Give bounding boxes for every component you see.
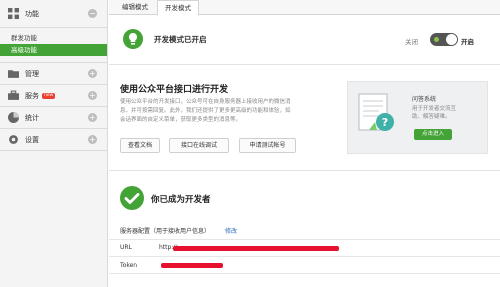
redaction-bar — [161, 263, 223, 268]
url-label: URL — [120, 244, 132, 251]
qa-enter-button[interactable]: 点击进入 — [414, 129, 452, 140]
row-divider — [109, 256, 500, 257]
row-divider — [109, 239, 500, 240]
developer-title: 你已成为开发者 — [151, 195, 211, 205]
expand-icon[interactable]: + — [88, 113, 97, 122]
main-panel: 编辑模式 开发模式 开发模式已开启 关闭 开启 使用公众平台接口进行开发 使用公… — [109, 0, 500, 287]
apply-test-account-button[interactable]: 申请测试帐号 — [239, 138, 296, 153]
sidebar-subitems: 群发功能 高级功能 — [0, 28, 107, 63]
check-icon — [120, 186, 144, 210]
grid-icon — [8, 8, 19, 19]
new-badge: new — [42, 92, 56, 99]
api-description: 使用公众平台的开发接口，公众号可在自身服务器上接收用户的微信消 息，并可按需回复… — [120, 98, 332, 125]
section-divider — [109, 170, 500, 171]
view-docs-button[interactable]: 查看文档 — [120, 138, 160, 153]
expand-icon[interactable]: + — [88, 69, 97, 78]
mode-tabs: 编辑模式 开发模式 — [109, 0, 500, 16]
sidebar: 功能 − 群发功能 高级功能 管理 + 服务 new + 统计 + 设置 + — [0, 0, 108, 287]
gear-icon — [9, 135, 18, 144]
sidebar-item-mass-send[interactable]: 群发功能 — [0, 32, 107, 44]
sidebar-section-service[interactable]: 服务 new + — [0, 85, 107, 107]
desc-line: 助、解答疑难。 — [412, 114, 451, 120]
qa-description: 用于开发者交流互 助、解答疑难。 — [412, 105, 482, 121]
desc-line: 息，并可按需回复。此外，我们还提供了更多更高级的功能和体验，如 — [120, 108, 291, 114]
sidebar-section-manage[interactable]: 管理 + — [0, 63, 107, 85]
status-text: 开发模式已开启 — [154, 35, 207, 44]
desc-line: 用于开发者交流互 — [412, 106, 457, 112]
tab-dev-mode[interactable]: 开发模式 — [157, 0, 199, 16]
tab-edit-mode[interactable]: 编辑模式 — [115, 0, 155, 15]
briefcase-icon — [8, 90, 19, 100]
qa-system-card: ? 问答系统 用于开发者交流互 助、解答疑难。 点击进入 — [347, 81, 488, 154]
expand-icon[interactable]: + — [88, 135, 97, 144]
api-debug-button[interactable]: 接口在线调试 — [169, 138, 229, 153]
sidebar-section-stats[interactable]: 统计 + — [0, 107, 107, 129]
lightbulb-icon — [123, 29, 143, 49]
folder-icon — [8, 70, 19, 78]
sidebar-section-label: 设置 — [25, 135, 39, 144]
switch-on-label: 开启 — [461, 38, 474, 46]
api-section-title: 使用公众平台接口进行开发 — [120, 85, 229, 95]
sidebar-section-settings[interactable]: 设置 + — [0, 129, 107, 151]
sidebar-section-label: 功能 — [25, 9, 39, 18]
desc-line: 使用公众平台的开发接口，公众号可在自身服务器上接收用户的微信消 — [120, 99, 291, 105]
sidebar-section-label: 管理 — [25, 69, 39, 78]
svg-text:?: ? — [382, 116, 388, 129]
chart-icon — [8, 112, 19, 123]
row-divider — [109, 273, 500, 274]
sidebar-section-functions[interactable]: 功能 − — [0, 0, 107, 28]
token-label: Token — [120, 262, 138, 269]
sidebar-item-advanced[interactable]: 高级功能 — [0, 44, 107, 56]
expand-icon[interactable]: + — [88, 91, 97, 100]
collapse-icon[interactable]: − — [88, 9, 97, 18]
server-config-label: 服务器配置（用于接收用户信息） — [120, 228, 211, 235]
qa-title: 问答系统 — [412, 96, 437, 103]
qa-illustration: ? — [358, 93, 394, 131]
edit-config-link[interactable]: 修改 — [225, 226, 237, 235]
desc-line: 会话界面的自定义菜单，获取更多类型的消息等。 — [120, 117, 242, 123]
dev-mode-status: 开发模式已开启 关闭 开启 — [109, 16, 500, 65]
sidebar-section-label: 服务 — [25, 91, 39, 100]
sidebar-section-label: 统计 — [25, 113, 39, 122]
dev-mode-toggle[interactable] — [430, 33, 458, 46]
redaction-bar — [173, 246, 339, 251]
switch-off-label: 关闭 — [405, 38, 418, 46]
